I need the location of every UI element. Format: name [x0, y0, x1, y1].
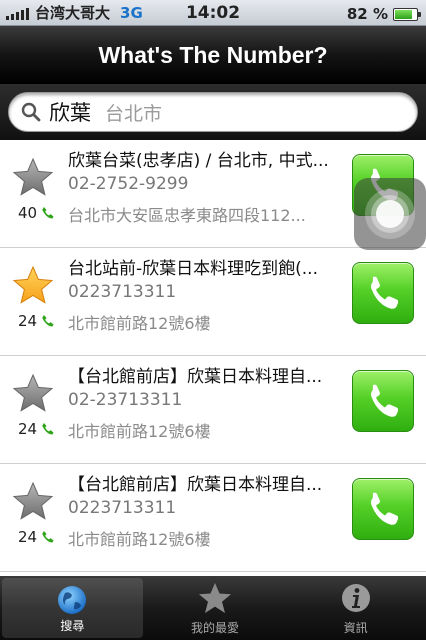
- battery-percent: 82 %: [346, 5, 388, 23]
- phone-icon: [371, 492, 399, 525]
- tab-label: 我的最愛: [191, 621, 240, 635]
- call-count: 24: [18, 312, 55, 330]
- phone-icon: [371, 276, 399, 309]
- list-item[interactable]: 24 【台北館前店】欣葉日本料理自... 0223713311 北市館前路12號6樓: [0, 464, 426, 572]
- assistive-touch-button[interactable]: [354, 178, 426, 250]
- call-count-value: 40: [18, 204, 38, 222]
- status-bar: 台湾大哥大 3G 14:02 82 %: [0, 0, 426, 26]
- list-item[interactable]: 24 【台北館前店】欣葉日本料理自... 02-23713311 北市館前路12號6樓: [0, 356, 426, 464]
- result-address: 北市館前路12號6樓: [68, 530, 211, 549]
- call-count-value: 24: [18, 420, 38, 438]
- result-address: 北市館前路12號6樓: [68, 314, 211, 333]
- result-phone: 02-2752-9299: [68, 174, 189, 194]
- battery-indicator: 82 %: [346, 5, 421, 23]
- search-bar: 欣葉 台北市: [0, 84, 426, 140]
- result-phone: 0223713311: [68, 498, 177, 518]
- call-button[interactable]: [352, 370, 414, 432]
- result-address: 台北市大安區忠孝東路四段112...: [68, 206, 306, 225]
- call-count-phone-icon: [42, 207, 54, 219]
- navigation-bar: What's The Number?: [0, 26, 426, 84]
- tab-favorites[interactable]: 我的最愛: [145, 576, 286, 640]
- call-count-value: 24: [18, 528, 38, 546]
- search-input[interactable]: 欣葉 台北市: [8, 92, 418, 132]
- tab-info[interactable]: 資訊: [285, 576, 426, 640]
- favorite-star-icon[interactable]: [12, 264, 54, 306]
- globe-icon: [58, 586, 87, 614]
- phone-icon: [371, 384, 399, 417]
- tab-label: 搜尋: [60, 619, 85, 633]
- tab-label: 資訊: [343, 621, 368, 635]
- call-count: 40: [18, 204, 55, 222]
- call-button[interactable]: [352, 478, 414, 540]
- list-item[interactable]: 24 台北站前-欣葉日本料理吃到飽(... 0223713311 北市館前路12號6…: [0, 248, 426, 356]
- search-value: 欣葉: [49, 101, 91, 125]
- tab-bar: 搜尋 我的最愛 資訊: [0, 576, 426, 640]
- call-count: 24: [18, 528, 55, 546]
- result-phone: 0223713311: [68, 282, 177, 302]
- result-title: 【台北館前店】欣葉日本料理自...: [68, 367, 323, 387]
- call-count-phone-icon: [42, 531, 54, 543]
- search-location-hint: 台北市: [105, 102, 163, 125]
- favorite-star-icon[interactable]: [12, 372, 54, 414]
- result-address: 北市館前路12號6樓: [68, 422, 211, 441]
- result-title: 【台北館前店】欣葉日本料理自...: [68, 475, 323, 495]
- call-count-value: 24: [18, 312, 38, 330]
- favorite-star-icon[interactable]: [12, 156, 54, 198]
- call-count-phone-icon: [42, 315, 54, 327]
- result-phone: 02-23713311: [68, 390, 183, 410]
- call-count-phone-icon: [42, 423, 54, 435]
- search-icon: [21, 102, 41, 122]
- result-title: 台北站前-欣葉日本料理吃到飽(...: [68, 259, 318, 279]
- star-icon: [199, 583, 231, 613]
- call-button[interactable]: [352, 262, 414, 324]
- result-title: 欣葉台菜(忠孝店) / 台北市, 中式...: [68, 151, 329, 171]
- info-icon: [341, 584, 370, 612]
- battery-icon: [393, 7, 421, 21]
- tab-search[interactable]: 搜尋: [2, 578, 143, 638]
- page-title: What's The Number?: [98, 41, 328, 68]
- call-count: 24: [18, 420, 55, 438]
- favorite-star-icon[interactable]: [12, 480, 54, 522]
